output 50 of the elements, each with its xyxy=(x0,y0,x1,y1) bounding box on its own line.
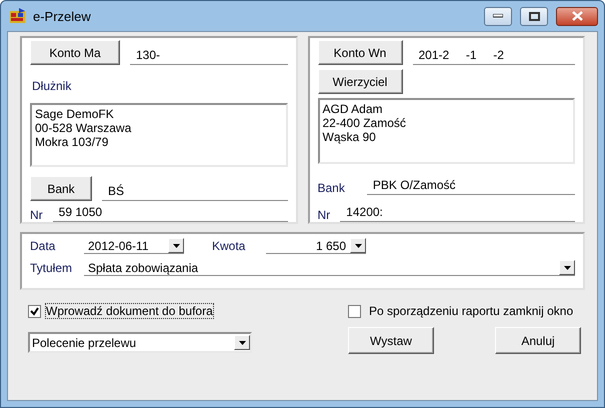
caret-icon xyxy=(172,244,180,248)
check-icon xyxy=(30,306,39,316)
checkbox-label: Wprowadź dokument do bufora xyxy=(46,304,213,318)
amount-field[interactable]: 1 650 xyxy=(266,238,366,254)
caret-icon xyxy=(564,266,570,270)
checkbox-label: Po sporządzeniu raportu zamknij okno xyxy=(369,304,574,318)
title-label: Tytułem xyxy=(30,261,74,275)
amount-value: 1 650 xyxy=(314,238,346,252)
caret-icon xyxy=(354,244,362,248)
dropdown-button[interactable] xyxy=(168,238,184,253)
checkbox[interactable] xyxy=(348,304,361,318)
account-button[interactable]: Konto Wn xyxy=(318,40,402,65)
title-field[interactable]: Spłata zobowiązania xyxy=(84,260,575,276)
document-type-value: Polecenie przelewu xyxy=(32,336,136,350)
date-label: Data xyxy=(30,239,56,253)
dropdown-button[interactable] xyxy=(350,238,366,253)
account-button[interactable]: Konto Ma xyxy=(30,40,120,65)
issue-button[interactable]: Wystaw xyxy=(348,327,434,354)
date-value: 2012-06-11 xyxy=(87,238,150,252)
cancel-button[interactable]: Anuluj xyxy=(495,327,581,354)
minimize-icon xyxy=(493,14,503,18)
nr-label: Nr xyxy=(30,208,43,222)
dropdown-button[interactable] xyxy=(559,260,575,275)
bank-label: Bank xyxy=(318,181,345,195)
close-icon xyxy=(572,11,582,21)
close-button[interactable] xyxy=(556,6,598,26)
nr-label: Nr xyxy=(318,208,330,222)
account-number-field[interactable]: 14200: xyxy=(340,205,575,222)
creditor-button[interactable]: Wierzyciel xyxy=(318,69,402,94)
document-type-dropdown[interactable]: Polecenie przelewu xyxy=(28,332,252,353)
checkbox[interactable] xyxy=(28,304,41,318)
dropdown-button[interactable] xyxy=(234,335,250,350)
date-field[interactable]: 2012-06-11 xyxy=(84,238,184,254)
bank-button[interactable]: Bank xyxy=(30,176,92,201)
address-field[interactable]: Sage DemoFK 00-528 Warszawa Mokra 103/79 xyxy=(30,103,288,167)
address-field[interactable]: AGD Adam 22-400 Zamość Wąska 90 xyxy=(318,98,575,164)
amount-label: Kwota xyxy=(212,239,246,253)
minimize-button[interactable] xyxy=(484,6,512,26)
account-number-field[interactable]: 59 1050 xyxy=(52,205,288,222)
debtor-label: Dłużnik xyxy=(32,79,72,93)
app-icon xyxy=(9,8,27,24)
account-field[interactable]: 130- xyxy=(130,48,288,65)
maximize-button[interactable] xyxy=(520,6,548,26)
title-value: Spłata zobowiązania xyxy=(87,260,200,274)
caret-icon xyxy=(238,340,246,344)
window-title: e-Przelew xyxy=(33,8,92,24)
maximize-icon xyxy=(528,12,540,20)
bank-name-field[interactable]: PBK O/Zamość xyxy=(366,178,575,195)
account-field[interactable]: 201-2 -1 -2 xyxy=(412,48,575,65)
bank-name-field[interactable]: BŚ xyxy=(102,184,288,201)
